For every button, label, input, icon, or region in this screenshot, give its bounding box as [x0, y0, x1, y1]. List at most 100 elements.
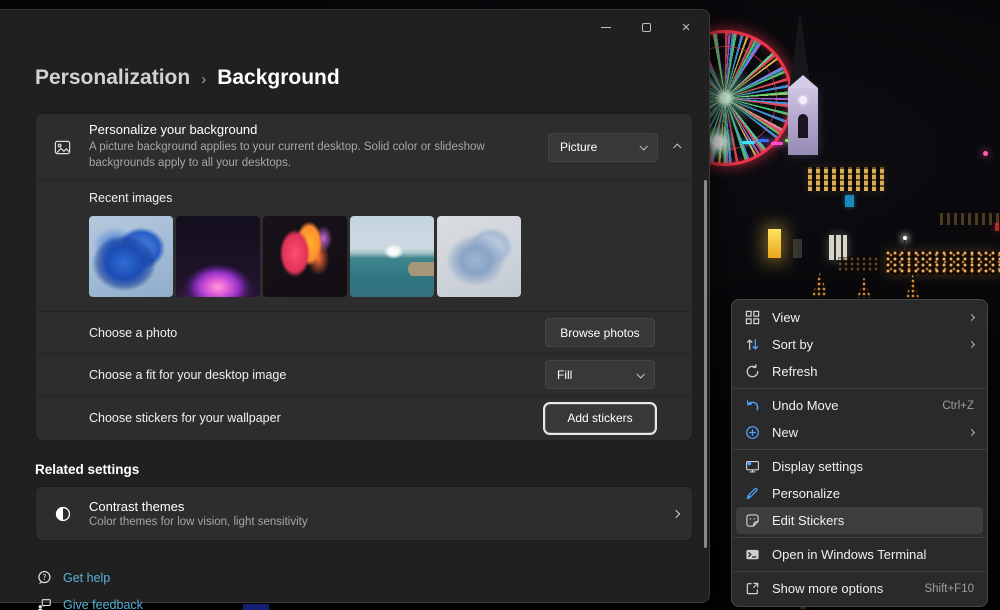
give-feedback-link[interactable]: Give feedback [36, 597, 143, 610]
cyan-window-light [845, 195, 854, 207]
minimize-button[interactable] [586, 13, 626, 41]
desktop-context-menu: View Sort by Refresh [731, 299, 988, 607]
menu-item-label: Refresh [772, 364, 818, 379]
background-type-value: Picture [560, 140, 597, 154]
sort-icon [744, 337, 761, 352]
menu-item-label: Edit Stickers [772, 513, 844, 528]
choose-stickers-label: Choose stickers for your wallpaper [89, 411, 281, 425]
collapse-chevron-icon[interactable] [673, 143, 681, 151]
menu-separator [733, 449, 986, 450]
page-title: Background [217, 66, 340, 90]
recent-image-thumbnail-5[interactable] [437, 216, 521, 297]
close-button[interactable]: × [666, 13, 706, 41]
stickers-icon [744, 513, 761, 528]
setting-title: Personalize your background [89, 122, 548, 137]
settings-window: × Personalization › Background Personali… [0, 9, 710, 603]
submenu-chevron-icon [968, 341, 975, 348]
fit-dropdown[interactable]: Fill [545, 360, 655, 389]
get-help-label: Get help [63, 571, 110, 585]
browse-photos-label: Browse photos [560, 326, 639, 340]
menu-item-new[interactable]: New [736, 419, 983, 446]
feedback-icon [36, 597, 52, 610]
display-settings-icon [744, 459, 761, 474]
personalize-background-row[interactable]: Personalize your background A picture ba… [36, 114, 692, 180]
help-icon: ? [36, 570, 52, 586]
refresh-icon [744, 364, 761, 379]
recent-images-section: Recent images [36, 180, 692, 311]
maximize-button[interactable] [626, 13, 666, 41]
menu-item-label: Sort by [772, 337, 813, 352]
new-icon [744, 425, 761, 440]
menu-separator [733, 571, 986, 572]
contrast-themes-card[interactable]: Contrast themes Color themes for low vis… [35, 486, 693, 541]
chevron-down-icon [636, 370, 644, 378]
menu-item-show-more-options[interactable]: Show more options Shift+F10 [736, 575, 983, 602]
personalize-icon [744, 486, 761, 501]
submenu-chevron-icon [968, 429, 975, 436]
image-icon [36, 138, 89, 157]
neon-light [771, 142, 783, 145]
church-clock [799, 96, 807, 104]
lit-tree [857, 277, 871, 298]
terminal-icon [744, 547, 761, 562]
submenu-chevron-icon [968, 314, 975, 321]
scrollbar[interactable] [704, 180, 707, 548]
window-controls: × [586, 13, 706, 41]
menu-item-undo-move[interactable]: Undo Move Ctrl+Z [736, 392, 983, 419]
titlebar[interactable]: × [0, 10, 709, 46]
minimize-icon [601, 27, 611, 28]
get-help-link[interactable]: ? Get help [36, 570, 110, 586]
add-stickers-button[interactable]: Add stickers [545, 404, 655, 433]
red-light [995, 223, 999, 231]
menu-item-label: Undo Move [772, 398, 838, 413]
add-stickers-label: Add stickers [567, 411, 632, 425]
choose-photo-row: Choose a photo Browse photos [36, 311, 692, 353]
maximize-icon [642, 23, 651, 32]
choose-fit-row: Choose a fit for your desktop image Fill [36, 353, 692, 395]
close-icon: × [682, 20, 691, 35]
choose-photo-label: Choose a photo [89, 326, 177, 340]
lit-building-windows [808, 167, 884, 191]
related-settings-heading: Related settings [35, 462, 139, 477]
grid-icon [744, 310, 761, 325]
background-type-dropdown[interactable]: Picture [548, 133, 658, 162]
menu-item-sort-by[interactable]: Sort by [736, 331, 983, 358]
personalize-background-text: Personalize your background A picture ba… [89, 122, 548, 171]
lit-building-windows-dim [940, 213, 1000, 225]
more-options-icon [744, 581, 761, 596]
contrast-themes-description: Color themes for low vision, light sensi… [89, 516, 673, 528]
fit-value: Fill [557, 368, 572, 382]
breadcrumb-personalization[interactable]: Personalization [35, 66, 190, 90]
screen: × Personalization › Background Personali… [0, 0, 1000, 610]
undo-icon [744, 398, 761, 413]
chevron-down-icon [639, 142, 647, 150]
menu-item-edit-stickers[interactable]: Edit Stickers [736, 507, 983, 534]
recent-image-thumbnail-1[interactable] [89, 216, 173, 297]
taskbar-peek-light [243, 604, 269, 610]
menu-item-refresh[interactable]: Refresh [736, 358, 983, 385]
menu-item-label: Open in Windows Terminal [772, 547, 926, 562]
menu-shortcut: Shift+F10 [924, 583, 974, 595]
menu-item-label: View [772, 310, 800, 325]
menu-item-label: Personalize [772, 486, 840, 501]
recent-image-thumbnail-3[interactable] [263, 216, 347, 297]
menu-item-view[interactable]: View [736, 304, 983, 331]
menu-item-personalize[interactable]: Personalize [736, 480, 983, 507]
menu-item-display-settings[interactable]: Display settings [736, 453, 983, 480]
contrast-themes-title: Contrast themes [89, 499, 673, 514]
menu-item-label: Display settings [772, 459, 863, 474]
choose-fit-label: Choose a fit for your desktop image [89, 368, 286, 382]
browse-photos-button[interactable]: Browse photos [545, 318, 655, 347]
menu-item-open-in-windows-terminal[interactable]: Open in Windows Terminal [736, 541, 983, 568]
dim-window-light [793, 239, 802, 258]
fairy-lights-dim [838, 257, 880, 272]
lit-tree [906, 274, 919, 298]
header-controls: Picture [548, 133, 681, 162]
recent-images-label: Recent images [89, 191, 692, 205]
recent-image-thumbnail-4[interactable] [350, 216, 434, 297]
chevron-right-icon [672, 509, 680, 517]
contrast-themes-text: Contrast themes Color themes for low vis… [89, 499, 673, 528]
menu-shortcut: Ctrl+Z [942, 400, 974, 412]
neon-light [742, 141, 755, 144]
recent-image-thumbnail-2[interactable] [176, 216, 260, 297]
